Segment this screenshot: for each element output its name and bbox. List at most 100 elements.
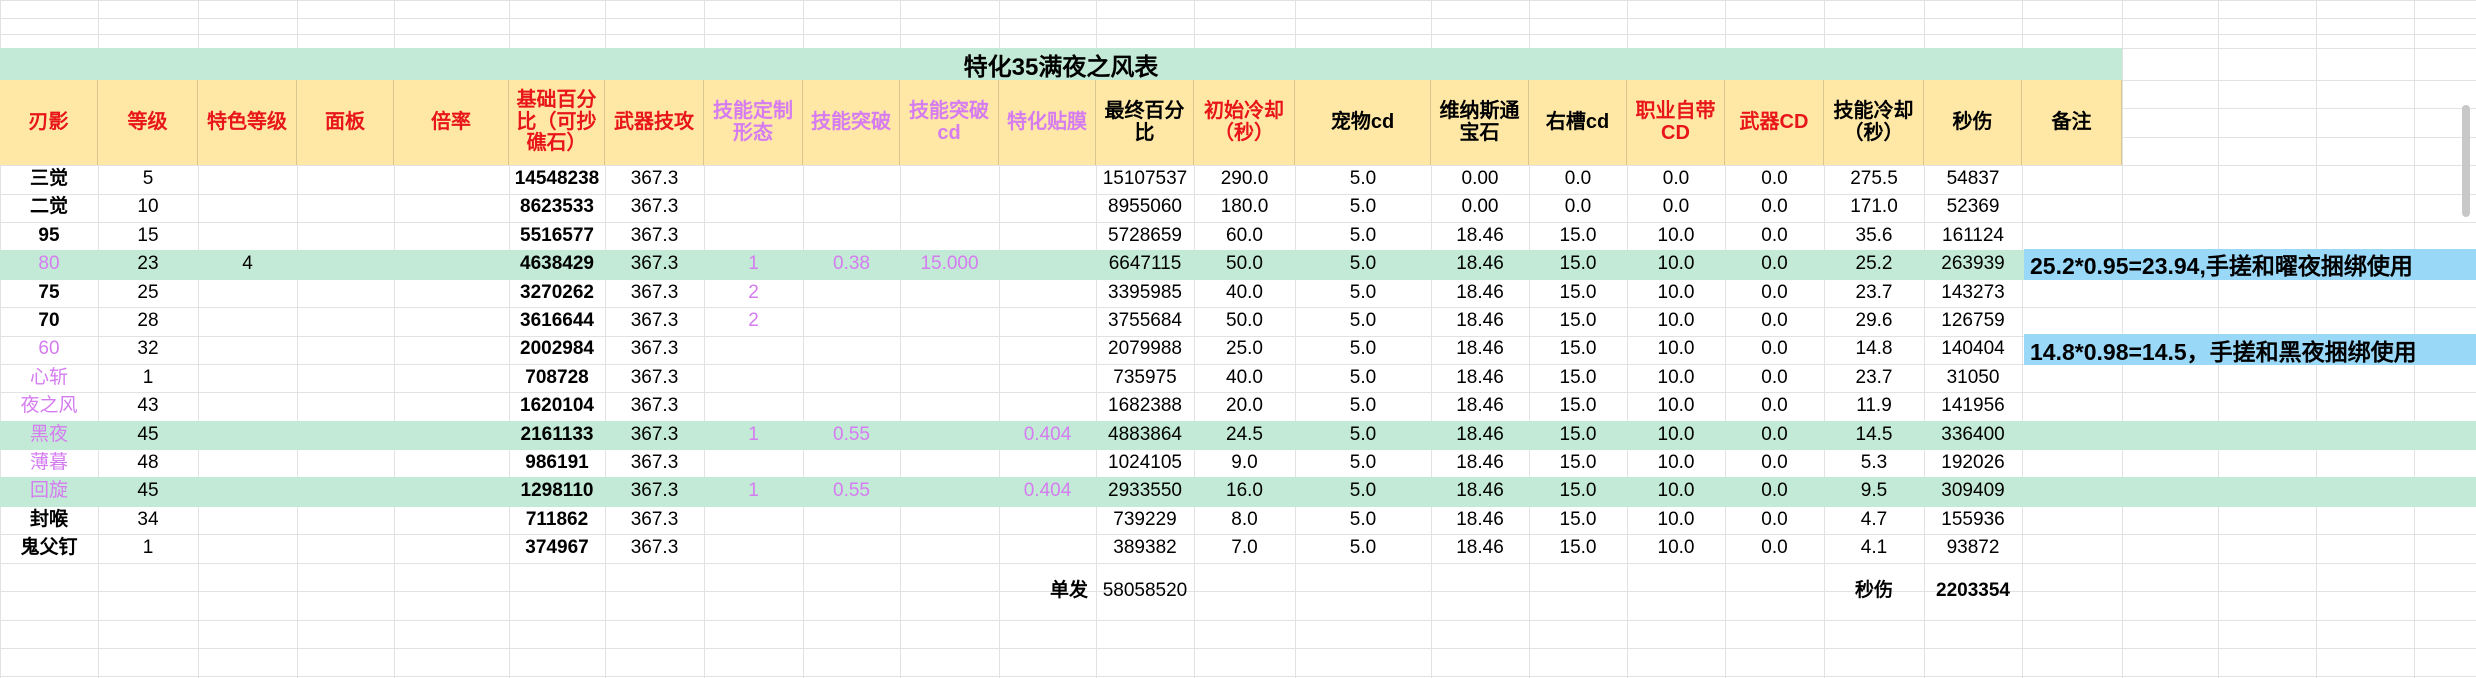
table-cell-film[interactable] [999,335,1096,363]
table-cell-brk[interactable]: 0.55 [803,477,900,505]
table-cell-form[interactable] [704,165,803,193]
table-cell-film[interactable] [999,165,1096,193]
table-cell-cd0[interactable]: 180.0 [1194,193,1295,221]
table-cell-job[interactable]: 10.0 [1627,307,1725,335]
remark-note[interactable]: 14.8*0.98=14.5，手搓和黑夜捆绑使用 [2024,334,2476,365]
table-cell-film[interactable] [999,250,1096,278]
table-cell-name[interactable]: 心斩 [0,364,98,392]
table-cell-cd0[interactable]: 40.0 [1194,279,1295,307]
table-cell-film[interactable] [999,534,1096,562]
table-cell-job[interactable]: 10.0 [1627,279,1725,307]
table-cell-dps[interactable]: 309409 [1924,477,2022,505]
table-cell-spec[interactable] [198,506,297,534]
table-cell-dps[interactable]: 141956 [1924,392,2022,420]
table-cell-wcd[interactable]: 0.0 [1725,250,1824,278]
table-cell-form[interactable]: 1 [704,477,803,505]
table-cell-wcd[interactable]: 0.0 [1725,421,1824,449]
table-cell-brk[interactable] [803,534,900,562]
table-cell-brk[interactable] [803,335,900,363]
column-header[interactable]: 刃影 [0,80,98,165]
table-cell-venus[interactable]: 18.46 [1431,506,1529,534]
table-cell-spec[interactable] [198,307,297,335]
table-cell-final[interactable]: 1024105 [1096,449,1194,477]
table-cell-wpn[interactable]: 367.3 [605,193,704,221]
table-cell-film[interactable] [999,364,1096,392]
table-cell-base[interactable]: 2161133 [509,421,605,449]
table-cell-wcd[interactable]: 0.0 [1725,222,1824,250]
table-cell-level[interactable]: 23 [98,250,198,278]
table-cell-right[interactable]: 15.0 [1529,279,1627,307]
table-cell-job[interactable]: 10.0 [1627,421,1725,449]
column-header[interactable]: 维纳斯通宝石 [1431,80,1529,165]
table-cell-final[interactable]: 735975 [1096,364,1194,392]
table-cell-name[interactable]: 回旋 [0,477,98,505]
table-cell-spec[interactable] [198,279,297,307]
table-cell-final[interactable]: 739229 [1096,506,1194,534]
table-cell-cd[interactable]: 9.5 [1824,477,1924,505]
table-cell-wcd[interactable]: 0.0 [1725,392,1824,420]
table-cell-spec[interactable] [198,534,297,562]
table-cell-spec[interactable]: 4 [198,250,297,278]
table-cell-form[interactable]: 2 [704,279,803,307]
table-cell-pet[interactable]: 5.0 [1295,392,1431,420]
column-header[interactable]: 宠物cd [1295,80,1431,165]
table-cell-level[interactable]: 28 [98,307,198,335]
table-cell-dps[interactable]: 161124 [1924,222,2022,250]
column-header[interactable]: 初始冷却（秒） [1194,80,1295,165]
table-cell-pet[interactable]: 5.0 [1295,250,1431,278]
table-cell-dps[interactable]: 336400 [1924,421,2022,449]
table-cell-spec[interactable] [198,421,297,449]
table-cell-spec[interactable] [198,222,297,250]
table-cell-job[interactable]: 10.0 [1627,506,1725,534]
table-cell-film[interactable] [999,307,1096,335]
table-cell-name[interactable]: 薄暮 [0,449,98,477]
table-cell-film[interactable] [999,279,1096,307]
table-cell-pet[interactable]: 5.0 [1295,506,1431,534]
table-cell-wpn[interactable]: 367.3 [605,307,704,335]
table-cell-name[interactable]: 95 [0,222,98,250]
table-cell-venus[interactable]: 0.00 [1431,165,1529,193]
table-cell-form[interactable]: 1 [704,421,803,449]
table-cell-cd[interactable]: 11.9 [1824,392,1924,420]
table-cell-form[interactable] [704,364,803,392]
table-cell-brk[interactable] [803,165,900,193]
remark-note[interactable]: 25.2*0.95=23.94,手搓和曜夜捆绑使用 [2024,249,2476,280]
table-cell-dps[interactable]: 155936 [1924,506,2022,534]
table-cell-film[interactable]: 0.404 [999,421,1096,449]
table-cell-wpn[interactable]: 367.3 [605,279,704,307]
table-cell-pet[interactable]: 5.0 [1295,477,1431,505]
table-cell-venus[interactable]: 18.46 [1431,250,1529,278]
table-cell-spec[interactable] [198,364,297,392]
table-cell-wpn[interactable]: 367.3 [605,421,704,449]
table-cell-right[interactable]: 15.0 [1529,449,1627,477]
table-cell-cd[interactable]: 5.3 [1824,449,1924,477]
column-header[interactable]: 等级 [98,80,198,165]
table-cell-dps[interactable]: 140404 [1924,335,2022,363]
table-cell-right[interactable]: 15.0 [1529,392,1627,420]
table-cell-right[interactable]: 15.0 [1529,364,1627,392]
table-cell-name[interactable]: 夜之风 [0,392,98,420]
table-cell-cd0[interactable]: 8.0 [1194,506,1295,534]
table-cell-brkcd[interactable] [900,421,999,449]
table-cell-base[interactable]: 2002984 [509,335,605,363]
table-cell-job[interactable]: 10.0 [1627,222,1725,250]
table-cell-brk[interactable] [803,193,900,221]
table-cell-form[interactable] [704,449,803,477]
table-cell-level[interactable]: 45 [98,421,198,449]
table-cell-final[interactable]: 2933550 [1096,477,1194,505]
table-cell-level[interactable]: 32 [98,335,198,363]
table-cell-right[interactable]: 15.0 [1529,477,1627,505]
table-cell-cd[interactable]: 4.1 [1824,534,1924,562]
table-cell-brk[interactable] [803,222,900,250]
table-cell-dps[interactable]: 93872 [1924,534,2022,562]
table-cell-job[interactable]: 10.0 [1627,364,1725,392]
table-cell-cd[interactable]: 23.7 [1824,364,1924,392]
table-cell-name[interactable]: 75 [0,279,98,307]
table-cell-pet[interactable]: 5.0 [1295,449,1431,477]
table-cell-pet[interactable]: 5.0 [1295,222,1431,250]
table-cell-final[interactable]: 15107537 [1096,165,1194,193]
table-cell-base[interactable]: 3616644 [509,307,605,335]
table-cell-wcd[interactable]: 0.0 [1725,193,1824,221]
table-cell-level[interactable]: 15 [98,222,198,250]
table-cell-final[interactable]: 1682388 [1096,392,1194,420]
